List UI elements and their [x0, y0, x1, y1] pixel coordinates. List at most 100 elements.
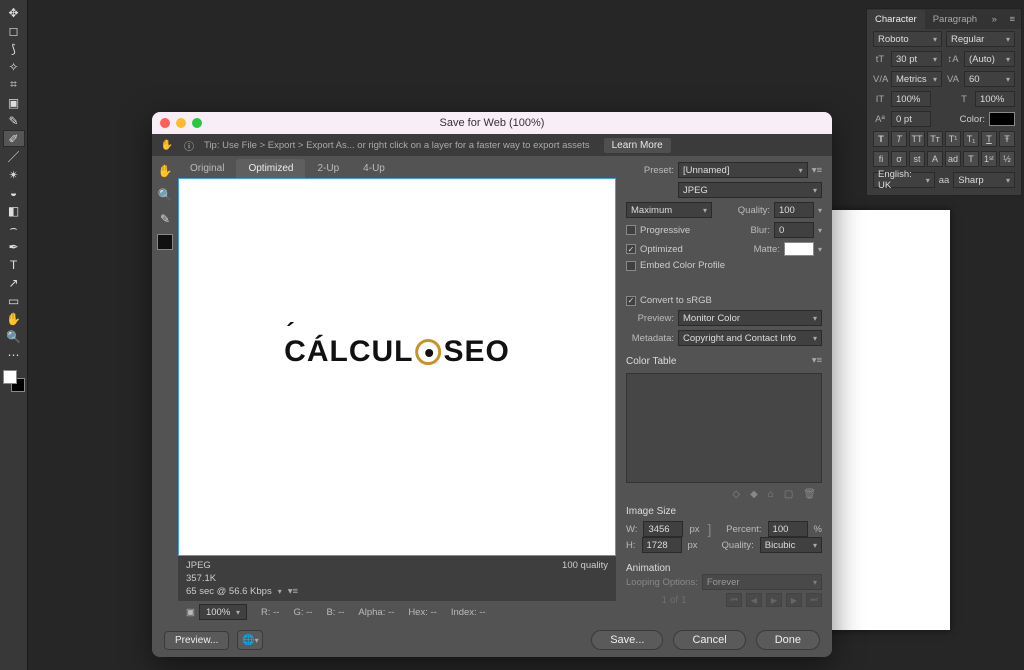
hand-icon[interactable]: ✋ [160, 138, 174, 152]
panel-menu-icon[interactable]: ≡ [1003, 14, 1021, 25]
baseline-field[interactable]: 0 pt [891, 111, 931, 127]
link-icon[interactable]: ] [707, 521, 711, 537]
discretionary-button[interactable]: st [909, 151, 925, 167]
zoom-select[interactable]: 100% [199, 604, 247, 620]
preset-select[interactable]: [Unnamed] [678, 162, 808, 178]
optimized-checkbox[interactable] [626, 244, 636, 254]
preview-canvas[interactable]: CÁLCUL SEO [178, 178, 616, 556]
stamp-tool-icon[interactable]: ✴ [3, 166, 25, 183]
dialog-eyedropper-icon[interactable]: ✎ [156, 210, 174, 228]
panel-collapse-icon[interactable]: » [986, 14, 1003, 25]
transfer-menu-icon[interactable] [278, 586, 282, 597]
done-button[interactable]: Done [756, 630, 820, 650]
eyedropper-tool-icon[interactable]: ✎ [3, 112, 25, 129]
leading-field[interactable]: (Auto) [964, 51, 1015, 67]
type-tool-icon[interactable]: T [3, 256, 25, 273]
antialias-select[interactable]: Sharp [953, 172, 1015, 188]
pencil-tool-icon[interactable]: ／ [3, 148, 25, 165]
ordinals-button[interactable]: 1ˢᵗ [981, 151, 997, 167]
marquee-tool-icon[interactable]: ◻ [3, 22, 25, 39]
ct-add-icon[interactable]: ⌂ [768, 489, 774, 500]
tab-optimized[interactable]: Optimized [236, 159, 305, 178]
subscript-button[interactable]: T₁ [963, 131, 979, 147]
swash-button[interactable]: A [927, 151, 943, 167]
height-field[interactable]: 1728 [642, 537, 682, 553]
tab-paragraph[interactable]: Paragraph [925, 10, 985, 29]
stylistic-button[interactable]: ad [945, 151, 961, 167]
crop-tool-icon[interactable]: ⌗ [3, 76, 25, 93]
browser-preview-icon[interactable]: 🌐 [237, 630, 263, 650]
shape-tool-icon[interactable]: ▭ [3, 292, 25, 309]
tab-4up[interactable]: 4-Up [351, 159, 397, 178]
move-tool-icon[interactable]: ✥ [3, 4, 25, 21]
dialog-zoom-tool-icon[interactable]: 🔍 [156, 186, 174, 204]
blur-slider-icon[interactable] [818, 225, 822, 236]
edit-toolbar-icon[interactable]: ⋯ [3, 346, 25, 363]
resample-select[interactable]: Bicubic [760, 537, 822, 553]
quality-slider-icon[interactable] [818, 205, 822, 216]
ct-trash-icon[interactable]: 🗑 [803, 489, 816, 500]
preview-profile-select[interactable]: Monitor Color [678, 310, 822, 326]
dialog-color-swatch[interactable] [157, 234, 173, 250]
tab-original[interactable]: Original [178, 159, 236, 178]
metadata-select[interactable]: Copyright and Contact Info [678, 330, 822, 346]
quality-preset-select[interactable]: Maximum [626, 202, 712, 218]
matte-swatch[interactable] [784, 242, 814, 256]
hscale-field[interactable]: 100% [975, 91, 1015, 107]
format-select[interactable]: JPEG [678, 182, 822, 198]
color-table[interactable] [626, 373, 822, 483]
eraser-tool-icon[interactable]: ◒ [3, 184, 25, 201]
matte-menu-icon[interactable] [818, 244, 822, 255]
kerning-select[interactable]: Metrics [891, 71, 942, 87]
ct-shift-icon[interactable]: ◆ [750, 489, 758, 500]
font-family-select[interactable]: Roboto [873, 31, 942, 47]
save-button[interactable]: Save... [591, 630, 663, 650]
allcaps-button[interactable]: TT [909, 131, 925, 147]
tab-character[interactable]: Character [867, 10, 925, 29]
progressive-checkbox[interactable] [626, 225, 636, 235]
pen-tool-icon[interactable]: ✒ [3, 238, 25, 255]
hand-tool-icon[interactable]: ✋ [3, 310, 25, 327]
width-field[interactable]: 3456 [643, 521, 683, 537]
path-tool-icon[interactable]: ↗ [3, 274, 25, 291]
font-size-field[interactable]: 30 pt [891, 51, 942, 67]
strikethrough-button[interactable]: Ŧ [999, 131, 1015, 147]
language-select[interactable]: English: UK [873, 172, 935, 188]
wand-tool-icon[interactable]: ✧ [3, 58, 25, 75]
tracking-field[interactable]: 60 [964, 71, 1015, 87]
learn-more-button[interactable]: Learn More [604, 138, 671, 153]
tab-2up[interactable]: 2-Up [305, 159, 351, 178]
color-swatches[interactable] [3, 370, 25, 392]
preview-button[interactable]: Preview... [164, 631, 229, 650]
gradient-tool-icon[interactable]: ◧ [3, 202, 25, 219]
superscript-button[interactable]: T¹ [945, 131, 961, 147]
panel-menu-icon[interactable]: ▾≡ [288, 586, 298, 597]
thumbnail-icon[interactable]: ▣ [186, 607, 195, 618]
dialog-hand-tool-icon[interactable]: ✋ [156, 162, 174, 180]
percent-field[interactable]: 100 [768, 521, 808, 537]
titling-button[interactable]: T [963, 151, 979, 167]
convert-srgb-checkbox[interactable] [626, 296, 636, 306]
cancel-button[interactable]: Cancel [673, 630, 745, 650]
brush-tool-icon[interactable]: ✐ [3, 130, 25, 147]
quality-field[interactable]: 100 [774, 202, 814, 218]
blur-tool-icon[interactable]: ⌢ [3, 220, 25, 237]
ligatures-button[interactable]: fi [873, 151, 889, 167]
lasso-tool-icon[interactable]: ⟆ [3, 40, 25, 57]
frame-tool-icon[interactable]: ▣ [3, 94, 25, 111]
preset-menu-icon[interactable]: ▾≡ [812, 165, 822, 176]
color-table-menu-icon[interactable]: ▾≡ [812, 355, 822, 366]
ct-lock-icon[interactable]: ◇ [732, 489, 740, 500]
ct-new-icon[interactable]: ▢ [784, 489, 793, 500]
font-style-select[interactable]: Regular [946, 31, 1015, 47]
underline-button[interactable]: T [981, 131, 997, 147]
blur-field[interactable]: 0 [774, 222, 814, 238]
smallcaps-button[interactable]: Tᴛ [927, 131, 943, 147]
embed-profile-checkbox[interactable] [626, 261, 636, 271]
contextual-button[interactable]: σ [891, 151, 907, 167]
zoom-tool-icon[interactable]: 🔍 [3, 328, 25, 345]
fractions-button[interactable]: ½ [999, 151, 1015, 167]
italic-button[interactable]: T [891, 131, 907, 147]
vscale-field[interactable]: 100% [891, 91, 931, 107]
bold-button[interactable]: T [873, 131, 889, 147]
